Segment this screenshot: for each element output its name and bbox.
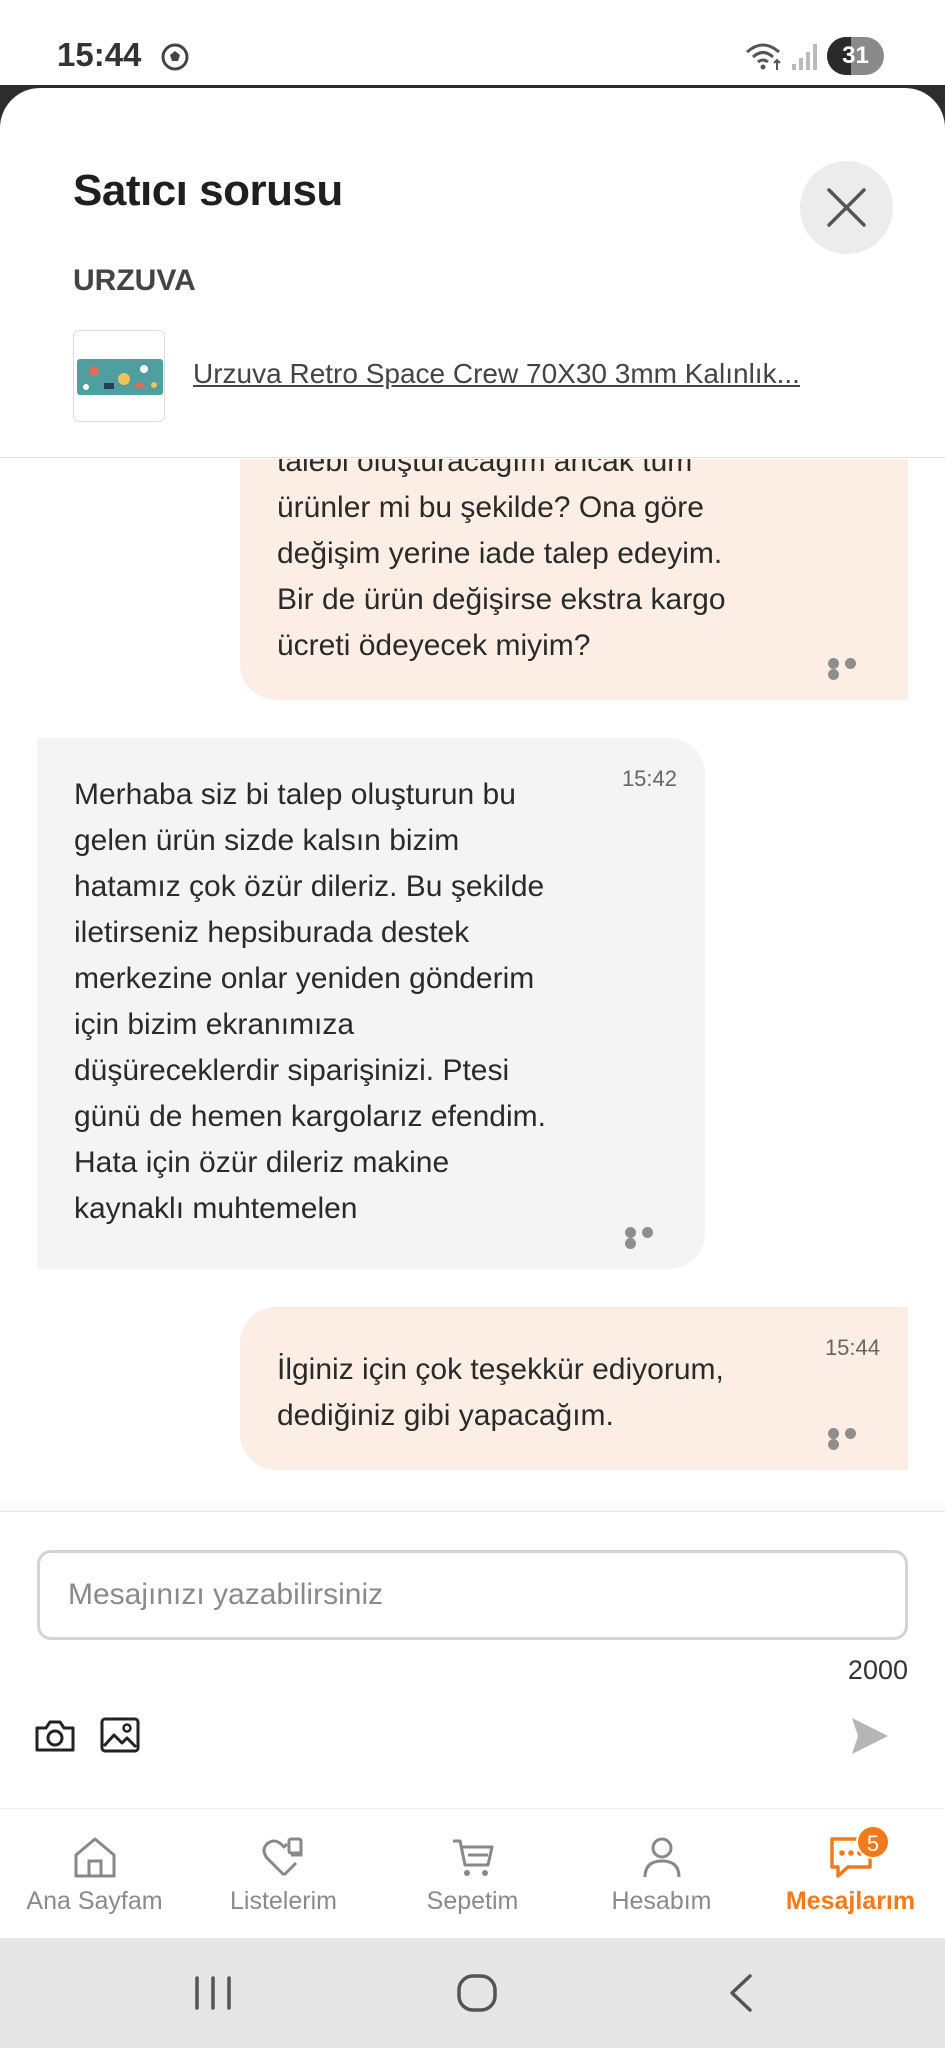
product-link[interactable]: Urzuva Retro Space Crew 70X30 3mm Kalınl… xyxy=(193,358,800,390)
signal-icon xyxy=(792,44,817,70)
message-text: talebi oluşturacağım ancak tüm ürünler m… xyxy=(277,459,726,662)
close-icon xyxy=(827,188,866,227)
user-icon xyxy=(643,1837,681,1878)
message-composer: 2000 xyxy=(0,1511,945,1808)
chat-thread[interactable]: talebi oluşturacağım ancak tüm ürünler m… xyxy=(0,459,945,1511)
battery-level: 31 xyxy=(842,42,869,69)
message-time: 15:42 xyxy=(621,766,677,791)
nav-label: Mesajlarım xyxy=(785,1887,916,1915)
gallery-icon[interactable] xyxy=(100,1716,140,1754)
nav-label: Ana Sayfam xyxy=(26,1887,163,1915)
message-outgoing: 15:44 İlginiz için çok teşekkür ediyorum… xyxy=(240,1307,908,1470)
message-input[interactable] xyxy=(37,1550,908,1640)
football-icon xyxy=(161,43,189,71)
nav-item-cart[interactable]: Sepetim xyxy=(378,1809,567,1939)
send-icon[interactable] xyxy=(848,1714,892,1758)
camera-icon[interactable] xyxy=(34,1718,76,1754)
nav-label: Hesabım xyxy=(611,1887,712,1915)
recent-apps-icon[interactable] xyxy=(183,1968,243,2018)
close-button[interactable] xyxy=(800,161,893,254)
wifi-icon xyxy=(746,43,781,70)
heart-list-icon xyxy=(262,1837,303,1877)
page-title: Satıcı sorusu xyxy=(73,166,343,215)
nav-label: Listelerim xyxy=(230,1887,337,1915)
home-button-icon[interactable] xyxy=(447,1968,507,2018)
back-icon[interactable] xyxy=(712,1968,772,2018)
nav-item-account[interactable]: Hesabım xyxy=(567,1809,756,1939)
nav-label: Sepetim xyxy=(426,1887,519,1915)
home-icon xyxy=(74,1837,116,1878)
nav-item-home[interactable]: Ana Sayfam xyxy=(0,1809,189,1939)
nav-item-lists[interactable]: Listelerim xyxy=(189,1809,378,1939)
product-thumbnail[interactable] xyxy=(73,330,165,422)
cart-icon xyxy=(453,1839,494,1876)
message-options-button[interactable] xyxy=(828,1428,874,1450)
battery-indicator: 31 xyxy=(827,37,884,75)
message-incoming: 15:42 Merhaba siz bi talep oluşturun bu … xyxy=(37,738,705,1269)
unread-badge: 5 xyxy=(856,1825,890,1859)
nav-item-messages[interactable]: 5 Mesajlarım xyxy=(756,1809,945,1939)
sheet-header: Satıcı sorusu URZUVA Urzuva Retro Space … xyxy=(0,88,945,458)
system-nav-bar xyxy=(0,1938,945,2048)
message-time: 15:44 xyxy=(824,1335,880,1360)
seller-name: URZUVA xyxy=(73,264,196,297)
char-counter: 2000 xyxy=(847,1655,908,1685)
message-text: Merhaba siz bi talep oluşturun bu gelen … xyxy=(74,778,546,1225)
message-options-button[interactable] xyxy=(625,1227,671,1249)
message-text: İlginiz için çok teşekkür ediyorum, dedi… xyxy=(277,1353,724,1432)
status-time: 15:44 xyxy=(57,36,142,73)
product-image xyxy=(74,331,164,421)
message-options-button[interactable] xyxy=(828,658,874,680)
bottom-nav: Ana Sayfam Listelerim Sepetim Hesabım 5 … xyxy=(0,1808,945,1938)
message-outgoing: talebi oluşturacağım ancak tüm ürünler m… xyxy=(240,459,908,700)
